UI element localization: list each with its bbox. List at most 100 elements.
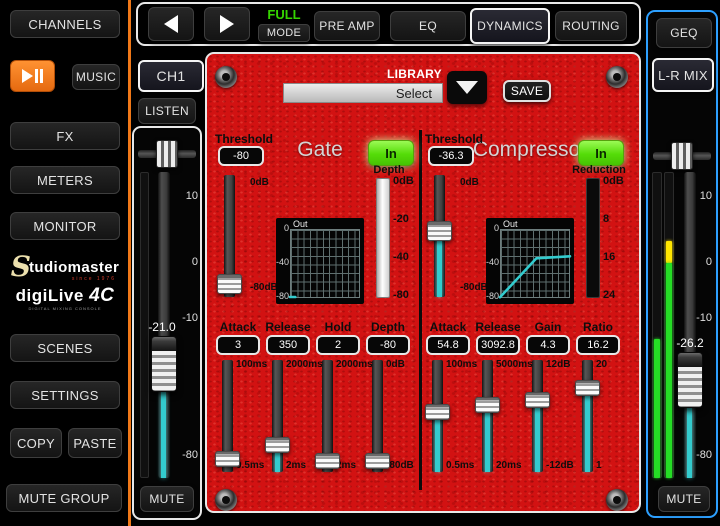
left-fader-handle[interactable] [151,336,177,392]
master-select-button[interactable]: L-R MIX [652,58,714,92]
paste-button[interactable]: PASTE [68,428,122,458]
play-pause-button[interactable] [10,60,55,92]
mute-group-button[interactable]: MUTE GROUP [6,484,122,512]
monitor-button[interactable]: MONITOR [10,212,120,240]
meters-button[interactable]: METERS [10,166,120,194]
gate-release-fill [275,453,280,472]
sidebar-divider [128,0,131,526]
gate-meter [376,178,390,298]
left-fader-line [161,392,166,478]
library-dropdown-button[interactable] [447,71,487,104]
compressor-attack-value: 54.8 [426,335,470,355]
library-label: LIBRARY [357,67,442,81]
compressor-ratio-bottom-label: 1 [596,460,636,471]
gate-attack-fader-handle[interactable] [215,451,240,467]
gate-attack-top-label: 100ms [236,359,276,370]
gate-hold-top-label: 2000ms [336,359,376,370]
pan-handle[interactable] [671,142,693,170]
pan-handle[interactable] [156,140,178,168]
master-fader-handle[interactable] [677,352,703,408]
compressor-transfer-curve [500,229,570,298]
fader-scale-label: 10 [688,190,712,202]
compressor-gain-value: 4.3 [526,335,570,355]
fader-scale-label: -80 [174,449,198,461]
meter-fill-segment [666,241,672,263]
save-button[interactable]: SAVE [503,80,551,102]
gate-release-fader-handle[interactable] [265,437,290,453]
fx-button[interactable]: FX [10,122,120,150]
gate-attack-value: 3 [216,335,260,355]
gate-graph-out-label: Out [293,219,308,229]
left-pan-slider[interactable] [138,140,196,168]
master-strip: GEQ L-R MIX 100-10-80 -26.2 MUTE [646,10,718,518]
gate-attack-label: Attack [213,320,263,334]
next-channel-button[interactable] [204,7,250,41]
music-button[interactable]: MUSIC [72,64,120,90]
compressor-graph-ytick: 0 [486,223,499,233]
scenes-button[interactable]: SCENES [10,334,120,362]
gate-threshold-value: -80 [218,146,264,166]
gate-release-top-label: 2000ms [286,359,326,370]
channel-select-button[interactable]: CH1 [138,60,204,92]
listen-button[interactable]: LISTEN [138,98,196,124]
gate-hold-fader-handle[interactable] [315,453,340,469]
left-fader-box: 100-10-80 -21.0 MUTE [132,126,202,520]
master-pan-slider[interactable] [653,142,711,170]
compressor-ratio-fill [585,396,590,472]
screw-icon [606,66,628,88]
master-mute-button[interactable]: MUTE [658,486,710,512]
dynamics-panel: LIBRARY Select SAVE GateThreshold-800dB-… [205,52,641,513]
left-mute-button[interactable]: MUTE [140,486,194,512]
compressor-meter-scale-label: 16 [603,251,629,263]
library-select[interactable]: Select [283,83,443,103]
fader-scale-label: -10 [688,312,712,324]
mode-button[interactable]: MODE [258,24,310,42]
meter-fill-segment [654,339,660,478]
gate-meter-scale-label: -40 [393,251,419,263]
tab-routing[interactable]: ROUTING [555,11,627,41]
compressor-attack-top-label: 100ms [446,359,486,370]
compressor-release-top-label: 5000ms [496,359,536,370]
gate-threshold-label: Threshold [212,132,276,146]
left-fader-value: -21.0 [142,320,182,334]
product-model: 4C [89,285,114,306]
arrow-left-icon [164,15,178,33]
gate-depth-fader-handle[interactable] [365,453,390,469]
prev-channel-button[interactable] [148,7,194,41]
compressor-gain-fader-handle[interactable] [525,392,550,408]
compressor-attack-fader-handle[interactable] [425,404,450,420]
compressor-graph-out-label: Out [503,219,518,229]
geq-button[interactable]: GEQ [656,18,712,48]
compressor-attack-label: Attack [423,320,473,334]
gate-hold-value: 2 [316,335,360,355]
topbar: FULL MODE PRE AMP EQ DYNAMICS ROUTING [136,2,641,46]
compressor-threshold-label: Threshold [422,132,486,146]
compressor-release-value: 3092.8 [476,335,520,355]
screw-icon [215,66,237,88]
gate-release-value: 350 [266,335,310,355]
compressor-in-button[interactable]: In [578,140,624,166]
tab-dynamics[interactable]: DYNAMICS [470,8,550,44]
compressor-meter [586,178,600,298]
brand-initial: S [11,250,31,283]
channels-button[interactable]: CHANNELS [10,10,120,38]
gate-graph-ytick: -40 [276,257,289,267]
gate-in-button[interactable]: In [368,140,414,166]
copy-button[interactable]: COPY [10,428,62,458]
gate-depth-label: Depth [363,320,413,334]
gate-section: GateThreshold-800dB-80dBInDepth0dB-20-40… [210,130,420,500]
compressor-threshold-fader-handle[interactable] [427,221,452,241]
compressor-ratio-fader-handle[interactable] [575,380,600,396]
compressor-gain-top-label: 12dB [546,359,586,370]
settings-button[interactable]: SETTINGS [10,381,120,409]
compressor-threshold-value: -36.3 [428,146,474,166]
gate-depth-value: -80 [366,335,410,355]
gate-transfer-curve [290,229,360,298]
tab-eq[interactable]: EQ [390,11,466,41]
compressor-release-fader-handle[interactable] [475,397,500,413]
gate-meter-scale-label: 0dB [393,175,419,187]
gate-threshold-fader-handle[interactable] [217,274,242,294]
tab-pre-amp[interactable]: PRE AMP [314,11,380,41]
master-meter-left [652,172,662,478]
compressor-release-fill [485,413,490,472]
